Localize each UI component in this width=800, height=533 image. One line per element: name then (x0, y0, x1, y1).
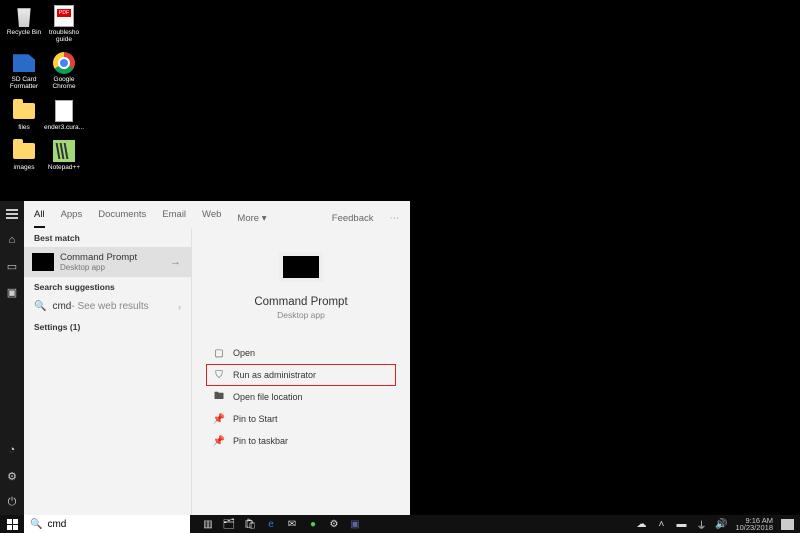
action-pin-to-start[interactable]: 📌 Pin to Start (206, 408, 396, 430)
menu-more-icon[interactable]: ⋯ (390, 213, 401, 224)
command-prompt-icon (32, 253, 54, 271)
action-pin-to-taskbar[interactable]: 📌 Pin to taskbar (206, 430, 396, 452)
edge-icon[interactable]: e (265, 518, 277, 530)
action-run-as-administrator[interactable]: ⛉ Run as administrator (206, 364, 396, 386)
desktop-icon-ender3-cura[interactable]: ender3.cura... (44, 99, 84, 131)
folder-icon: 🖿 (213, 391, 225, 403)
tray-onedrive-icon[interactable]: ☁ (635, 518, 647, 530)
action-open-label: Open (233, 348, 255, 358)
tab-apps[interactable]: Apps (61, 209, 83, 228)
rail-pictures-icon[interactable]: ▣ (5, 285, 19, 299)
tray-battery-icon[interactable]: ▬ (675, 518, 687, 530)
desktop-icon-images[interactable]: images (4, 139, 44, 171)
shield-icon: ⛉ (213, 369, 225, 381)
taskbar: 🔍 ▥ 🗂 🛍 e ✉ ● ⚙ ▣ ☁ ˄ ▬ ⏚ 🔊 9:16 AM 10/2… (0, 515, 800, 533)
best-match-title: Command Prompt (60, 252, 137, 263)
tab-web[interactable]: Web (202, 209, 221, 228)
tray-network-icon[interactable]: ⏚ (695, 518, 707, 530)
desktop-icons: Recycle Bin troublesho guide SD Card For… (4, 4, 84, 179)
search-results-panel: All Apps Documents Email Web More ▾ Feed… (24, 201, 410, 515)
teams-icon[interactable]: ▣ (349, 518, 361, 530)
action-center-icon[interactable] (781, 519, 794, 530)
search-icon: 🔍 (30, 519, 42, 530)
web-suggestion-row[interactable]: 🔍 cmd - See web results › (24, 296, 191, 317)
store-icon[interactable]: 🛍 (244, 518, 256, 530)
section-best-match: Best match (24, 228, 191, 247)
results-left-column: Best match Command Prompt Desktop app → … (24, 228, 192, 515)
preview-thumbnail (279, 252, 323, 282)
rail-power-icon[interactable]: ⏻ (5, 495, 19, 509)
start-button[interactable] (0, 515, 24, 533)
action-open-file-location-label: Open file location (233, 392, 303, 402)
desktop-icon-files[interactable]: files (4, 99, 44, 131)
settings-icon[interactable]: ⚙ (328, 518, 340, 530)
taskbar-pinned-apps: ▥ 🗂 🛍 e ✉ ● ⚙ ▣ (202, 518, 361, 530)
tray-chevron-up-icon[interactable]: ˄ (655, 518, 667, 530)
tab-more[interactable]: More ▾ (237, 213, 266, 224)
best-match-result[interactable]: Command Prompt Desktop app → (24, 247, 191, 277)
system-tray: ☁ ˄ ▬ ⏚ 🔊 9:16 AM 10/23/2018 (635, 517, 800, 532)
tab-all[interactable]: All (34, 209, 45, 228)
app-icon[interactable]: ● (307, 518, 319, 530)
desktop-icon-sd-card-formatter[interactable]: SD Card Formatter (4, 51, 44, 90)
section-search-suggestions: Search suggestions (24, 277, 191, 296)
suggestion-hint: - See web results (71, 301, 148, 312)
search-input[interactable] (47, 519, 184, 530)
pin-icon: 📌 (213, 435, 225, 447)
action-run-as-administrator-label: Run as administrator (233, 370, 316, 380)
action-pin-to-taskbar-label: Pin to taskbar (233, 436, 288, 446)
taskbar-search-box[interactable]: 🔍 (24, 515, 190, 533)
tray-volume-icon[interactable]: 🔊 (715, 518, 727, 530)
preview-subtitle: Desktop app (277, 310, 325, 320)
mail-icon[interactable]: ✉ (286, 518, 298, 530)
tab-documents[interactable]: Documents (98, 209, 146, 228)
open-icon: ▢ (213, 347, 225, 359)
start-search-panel: ⌂ ▭ ▣ ◔ ⚙ ⏻ All Apps Documents Email Web… (0, 201, 410, 515)
search-filter-tabs: All Apps Documents Email Web More ▾ Feed… (24, 201, 410, 228)
start-rail: ⌂ ▭ ▣ ◔ ⚙ ⏻ (0, 201, 24, 515)
action-open[interactable]: ▢ Open (206, 342, 396, 364)
desktop-icon-recycle-bin[interactable]: Recycle Bin (4, 4, 44, 43)
best-match-subtitle: Desktop app (60, 263, 137, 272)
clock[interactable]: 9:16 AM 10/23/2018 (735, 517, 773, 532)
desktop-icon-notepadpp[interactable]: Notepad++ (44, 139, 84, 171)
suggestion-query: cmd (52, 301, 71, 312)
results-preview-column: Command Prompt Desktop app ▢ Open ⛉ Run … (192, 228, 410, 515)
task-view-icon[interactable]: ▥ (202, 518, 214, 530)
search-icon: 🔍 (34, 301, 46, 312)
rail-home-icon[interactable]: ⌂ (5, 233, 19, 247)
action-pin-to-start-label: Pin to Start (233, 414, 278, 424)
rail-account-icon[interactable]: ◔ (5, 443, 19, 457)
rail-settings-icon[interactable]: ⚙ (5, 469, 19, 483)
desktop-icon-troubleshooting-guide[interactable]: troublesho guide (44, 4, 84, 43)
arrow-right-icon: → (170, 256, 181, 268)
preview-actions: ▢ Open ⛉ Run as administrator 🖿 Open fil… (206, 342, 396, 452)
file-explorer-icon[interactable]: 🗂 (223, 518, 235, 530)
feedback-link[interactable]: Feedback (332, 213, 374, 224)
rail-expand-icon[interactable] (5, 207, 19, 221)
preview-title: Command Prompt (254, 296, 347, 308)
pin-icon: 📌 (213, 413, 225, 425)
tab-email[interactable]: Email (162, 209, 186, 228)
action-open-file-location[interactable]: 🖿 Open file location (206, 386, 396, 408)
rail-documents-icon[interactable]: ▭ (5, 259, 19, 273)
chevron-right-icon: › (178, 302, 181, 312)
clock-date: 10/23/2018 (735, 524, 773, 532)
section-settings: Settings (1) (24, 317, 191, 336)
desktop-icon-google-chrome[interactable]: Google Chrome (44, 51, 84, 90)
